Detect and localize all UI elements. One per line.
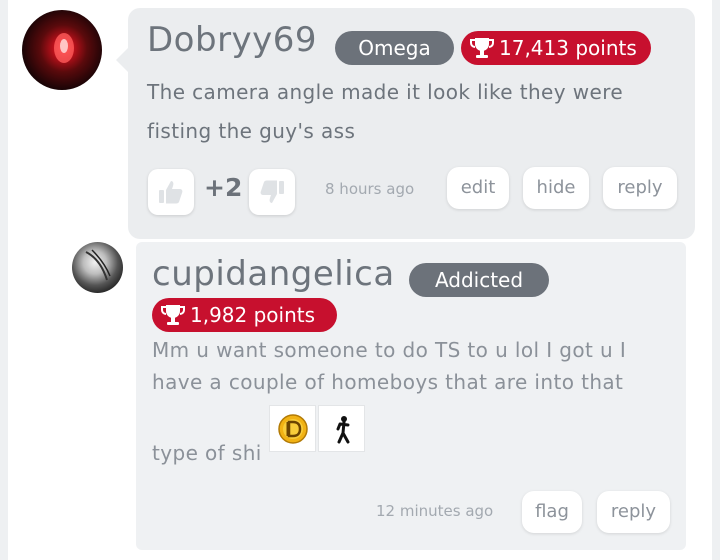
- trophy-icon: [161, 305, 185, 325]
- reply-button[interactable]: reply: [597, 491, 670, 533]
- upvote-button[interactable]: [148, 169, 194, 215]
- avatar-image: [85, 249, 111, 281]
- page-left-gutter: [0, 0, 8, 560]
- reply-button[interactable]: reply: [603, 167, 677, 209]
- comment-line: The camera angle made it look like they …: [147, 80, 624, 104]
- comment-line: type of shi: [152, 441, 262, 465]
- comment-bubble: Dobryy69 Omega 17,413 points The camera …: [116, 8, 695, 239]
- username[interactable]: cupidangelica: [152, 254, 395, 294]
- thumbs-up-icon: [159, 181, 183, 204]
- avatar[interactable]: [72, 242, 123, 293]
- points-badge: 17,413 points: [461, 31, 651, 65]
- comment-line: Mm u want someone to do TS to u lol I go…: [152, 338, 627, 362]
- hide-button[interactable]: hide: [523, 167, 589, 209]
- emoji: [269, 405, 316, 452]
- flag-button[interactable]: flag: [522, 491, 582, 533]
- rank-badge: Addicted: [409, 263, 549, 297]
- downvote-button[interactable]: [249, 169, 295, 215]
- trophy-icon: [470, 38, 494, 58]
- comment-text: Mm u want someone to do TS to u lol I go…: [152, 334, 626, 398]
- timestamp: 8 hours ago: [325, 180, 415, 198]
- points-label: 17,413 points: [499, 36, 637, 60]
- points-badge: 1,982 points: [152, 298, 337, 332]
- stick-figure-icon: [336, 416, 350, 444]
- edit-button[interactable]: edit: [447, 167, 509, 209]
- rank-badge: Omega: [335, 31, 454, 65]
- points-label: 1,982 points: [190, 303, 316, 327]
- avatar[interactable]: [22, 10, 102, 90]
- comment-line: fisting the guy's ass: [147, 119, 356, 143]
- comment-line: have a couple of homeboys that are into …: [152, 370, 624, 394]
- vote-count: +2: [204, 173, 243, 202]
- comment-bubble: cupidangelica Addicted 1,982 points Mm u…: [136, 242, 686, 550]
- thumbs-down-icon: [260, 180, 284, 203]
- emoji: [318, 405, 365, 452]
- page-right-gutter: [712, 0, 720, 560]
- timestamp: 12 minutes ago: [376, 502, 494, 520]
- avatar-image: [54, 33, 74, 63]
- comment-text: The camera angle made it look like they …: [147, 73, 623, 151]
- username[interactable]: Dobryy69: [147, 20, 317, 60]
- coin-d-icon: [278, 414, 308, 444]
